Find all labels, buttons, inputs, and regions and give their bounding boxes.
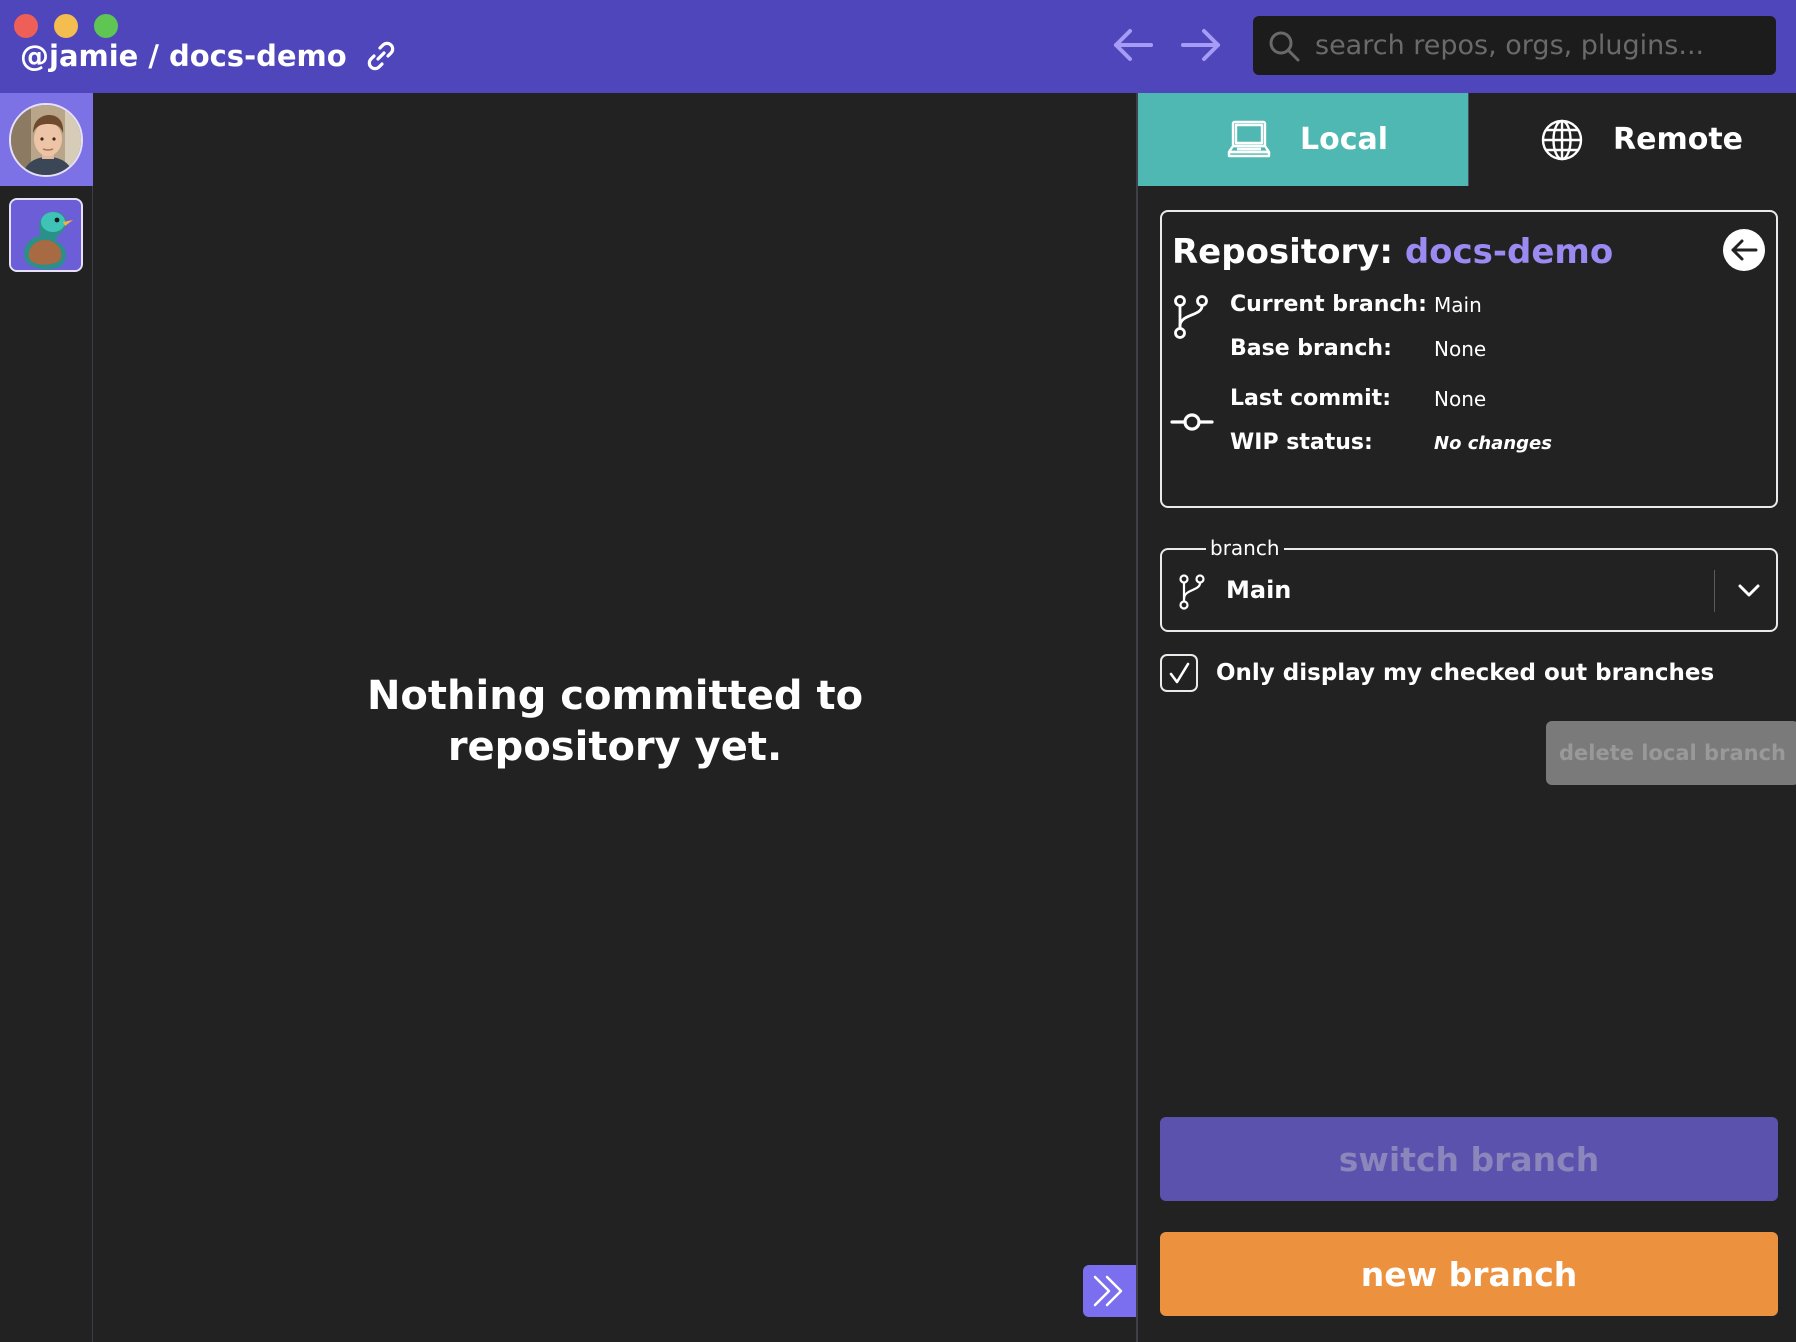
tab-bar: Local Remote [1138, 93, 1796, 186]
breadcrumb: @jamie / docs-demo [20, 36, 399, 76]
git-branch-icon [1172, 294, 1210, 340]
globe-icon [1539, 118, 1585, 162]
link-icon[interactable] [363, 38, 399, 74]
select-divider [1714, 570, 1715, 612]
current-branch-label: Current branch: [1230, 292, 1427, 317]
current-branch-value: Main [1434, 293, 1482, 317]
breadcrumb-repo[interactable]: docs-demo [169, 39, 347, 73]
tab-local-label: Local [1300, 122, 1389, 157]
empty-state-message: Nothing committed to repository yet. [94, 671, 1136, 773]
window-zoom-button[interactable] [94, 14, 118, 38]
window-close-button[interactable] [14, 14, 38, 38]
double-chevron-right-icon [1093, 1275, 1123, 1307]
last-commit-label: Last commit: [1230, 386, 1391, 411]
back-arrow-icon[interactable] [1110, 25, 1156, 65]
repository-info-card: Repository: docs-demo Current branch: Ma… [1160, 210, 1778, 508]
base-branch-label: Base branch: [1230, 336, 1392, 361]
breadcrumb-owner[interactable]: @jamie [20, 39, 138, 73]
wip-status-value: No changes [1434, 433, 1552, 454]
main-panel: Nothing committed to repository yet. [94, 93, 1137, 1342]
only-checked-out-label: Only display my checked out branches [1216, 660, 1715, 686]
search-box [1253, 16, 1776, 75]
window-minimize-button[interactable] [54, 14, 78, 38]
repository-title: Repository: docs-demo [1172, 232, 1613, 272]
delete-local-branch-button[interactable]: delete local branch [1546, 721, 1796, 785]
user-avatar[interactable] [9, 103, 83, 177]
account-rail [0, 93, 93, 1342]
only-checked-out-checkbox[interactable] [1160, 654, 1198, 692]
base-branch-value: None [1434, 337, 1487, 361]
app-window: @jamie / docs-demo search repos, orgs, p… [0, 0, 1796, 1342]
repository-name: docs-demo [1404, 232, 1614, 272]
title-bar: @jamie / docs-demo [0, 0, 1796, 93]
branch-select-legend: branch [1206, 535, 1284, 561]
empty-state-line-1: Nothing committed to [366, 673, 864, 719]
wip-status-label: WIP status: [1230, 430, 1373, 455]
only-checked-out-toggle[interactable]: Only display my checked out branches [1160, 653, 1714, 693]
breadcrumb-separator: / [148, 39, 159, 73]
tab-remote[interactable]: Remote [1468, 93, 1796, 186]
laptop-icon [1226, 118, 1272, 162]
repo-logo-duck[interactable] [9, 198, 83, 272]
chevron-down-icon[interactable] [1736, 580, 1762, 600]
checkmark-icon [1169, 662, 1190, 684]
last-commit-value: None [1434, 387, 1487, 411]
last-commit-row: Last commit: None [1230, 386, 1760, 416]
branch-panel: Local Remote Repository: docs-demo Curre… [1136, 93, 1796, 1342]
branch-select-value: Main [1226, 576, 1292, 604]
tab-local[interactable]: Local [1138, 93, 1468, 186]
forward-arrow-icon[interactable] [1178, 25, 1224, 65]
empty-state-line-2: repository yet. [447, 724, 783, 770]
branch-select[interactable]: branch Main [1160, 535, 1778, 632]
new-branch-button[interactable]: new branch [1160, 1232, 1778, 1316]
wip-status-row: WIP status: No changes [1230, 430, 1760, 460]
tab-remote-label: Remote [1613, 122, 1744, 157]
base-branch-row: Base branch: None [1230, 336, 1760, 366]
expand-panel-button[interactable] [1083, 1265, 1137, 1317]
git-branch-icon [1178, 574, 1206, 610]
current-branch-row: Current branch: Main [1230, 292, 1760, 322]
switch-branch-button[interactable]: switch branch [1160, 1117, 1778, 1201]
search-icon [1267, 29, 1301, 63]
search-input[interactable] [1315, 24, 1765, 66]
git-commit-icon [1170, 409, 1214, 435]
back-circle-icon[interactable] [1722, 228, 1766, 272]
repository-title-label: Repository: [1172, 232, 1393, 272]
